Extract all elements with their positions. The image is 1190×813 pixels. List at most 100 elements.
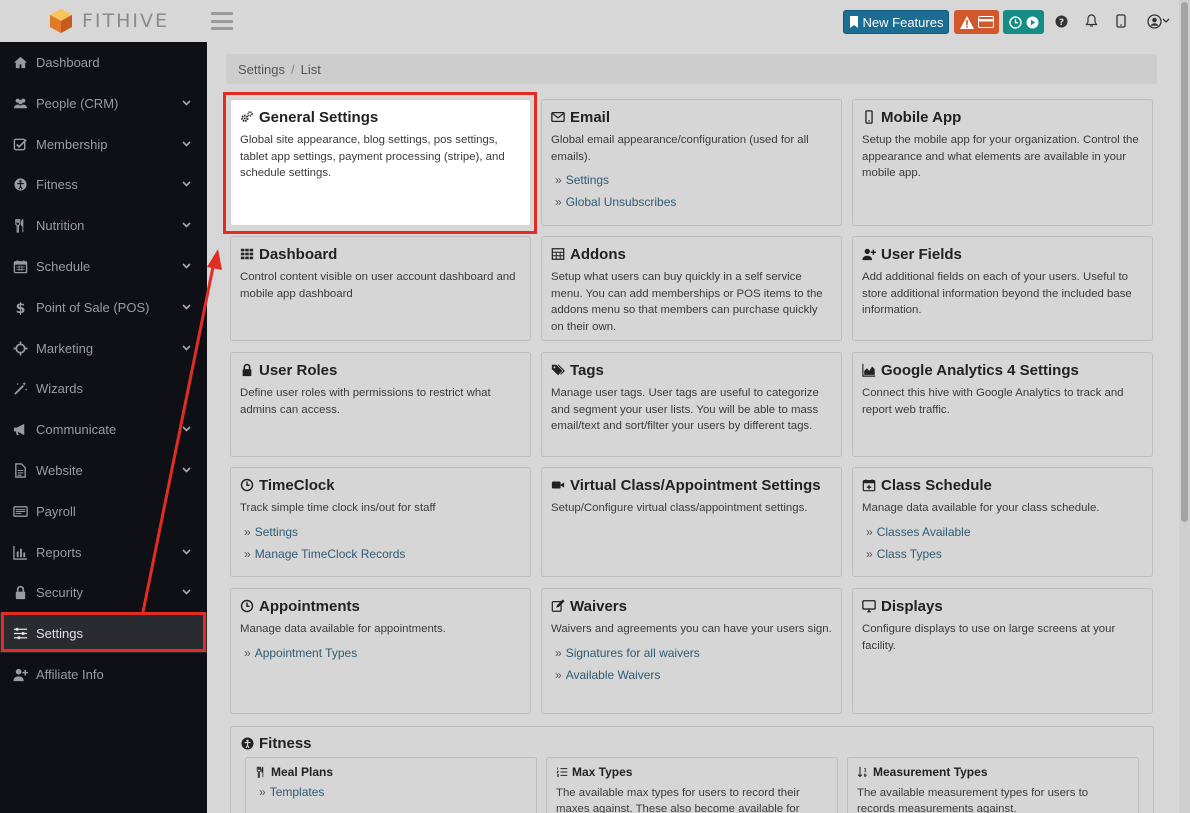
card-title[interactable]: Dashboard <box>240 245 521 263</box>
card-mobile-app: Mobile App Setup the mobile app for your … <box>852 99 1153 226</box>
bell-icon[interactable] <box>1083 12 1099 30</box>
help-icon[interactable]: ? <box>1053 12 1069 30</box>
card-link[interactable]: » Classes Available <box>862 525 1143 539</box>
card-title[interactable]: User Roles <box>240 361 521 379</box>
chevron-down-icon[interactable] <box>181 549 191 555</box>
sub-card-link-text[interactable]: Templates <box>270 785 325 799</box>
menu-toggle-icon[interactable] <box>211 12 233 30</box>
card-link-text[interactable]: Available Waivers <box>566 668 661 682</box>
crosshair-icon <box>12 340 28 356</box>
card-title-text: Dashboard <box>259 245 338 263</box>
sidebar-item-membership[interactable]: Membership <box>0 124 207 164</box>
card-title[interactable]: User Fields <box>862 245 1143 263</box>
sidebar-item-schedule[interactable]: Schedule <box>0 246 207 286</box>
sidebar-item-reports[interactable]: Reports <box>0 532 207 572</box>
chevron-right-icon: » <box>244 645 251 660</box>
card-link-text[interactable]: Manage TimeClock Records <box>255 547 406 561</box>
new-features-button[interactable]: New Features <box>843 10 949 34</box>
chevron-down-icon[interactable] <box>181 141 191 147</box>
area-chart-icon <box>862 363 876 377</box>
monitor-icon <box>862 599 876 613</box>
sidebar-item-communicate[interactable]: Communicate <box>0 409 207 449</box>
card-link[interactable]: » Class Types <box>862 547 1143 561</box>
sub-card-title[interactable]: 1 9 Measurement Types <box>857 765 1129 779</box>
sub-card-title-text: Max Types <box>572 765 633 779</box>
sidebar-item-people-crm[interactable]: People (CRM) <box>0 83 207 123</box>
sidebar-item-affiliate-info[interactable]: Affiliate Info <box>0 654 207 694</box>
sidebar-item-fitness[interactable]: Fitness <box>0 164 207 204</box>
tablet-icon[interactable] <box>1113 12 1129 30</box>
card-title[interactable]: Tags <box>551 361 832 379</box>
sidebar-item-label: Reports <box>36 544 82 560</box>
card-link[interactable]: » Settings <box>240 525 521 539</box>
card-title[interactable]: Appointments <box>240 597 521 615</box>
sub-card-link[interactable]: » Templates <box>255 785 527 799</box>
sidebar-item-payroll[interactable]: Payroll <box>0 491 207 531</box>
sidebar-item-wizards[interactable]: Wizards <box>0 368 207 408</box>
clock-icon <box>240 599 254 613</box>
card-link[interactable]: » Available Waivers <box>551 668 832 682</box>
card-title-text: Appointments <box>259 597 360 615</box>
chevron-down-icon[interactable] <box>181 222 191 228</box>
card-title[interactable]: TimeClock <box>240 476 521 494</box>
user-menu-button[interactable] <box>1145 12 1171 30</box>
card-title[interactable]: Waivers <box>551 597 832 615</box>
card-link-text[interactable]: Class Types <box>877 547 942 561</box>
utensils-icon <box>12 217 28 233</box>
gears-icon <box>241 111 253 122</box>
breadcrumb-separator: / <box>290 61 295 77</box>
sidebar-item-point-of-sale-pos[interactable]: $ Point of Sale (POS) <box>0 287 207 327</box>
fitness-panel-title: Fitness <box>241 735 312 752</box>
edit-icon <box>551 599 565 612</box>
card-title[interactable]: Displays <box>862 597 1143 615</box>
mobile-icon <box>865 110 873 124</box>
page-scrollbar-thumb[interactable] <box>1181 2 1188 522</box>
chevron-down-icon[interactable] <box>181 181 191 187</box>
card-link[interactable]: » Signatures for all waivers <box>551 646 832 660</box>
sidebar-item-website[interactable]: Website <box>0 450 207 490</box>
brand-logo[interactable]: FITHIVE <box>48 8 169 34</box>
sidebar-item-marketing[interactable]: Marketing <box>0 328 207 368</box>
card-link-text[interactable]: Classes Available <box>877 525 971 539</box>
sidebar-item-settings[interactable]: Settings <box>0 613 207 653</box>
card-addons: Addons Setup what users can buy quickly i… <box>541 236 842 341</box>
card-title[interactable]: Class Schedule <box>862 476 1143 494</box>
card-title[interactable]: Email <box>551 108 832 126</box>
chevron-down-icon[interactable] <box>181 100 191 106</box>
card-title[interactable]: Google Analytics 4 Settings <box>862 361 1143 379</box>
sidebar-item-dashboard[interactable]: Dashboard <box>0 42 207 82</box>
chevron-down-icon[interactable] <box>181 263 191 269</box>
card-link[interactable]: » Appointment Types <box>240 646 521 660</box>
users-icon <box>13 98 27 108</box>
card-title[interactable]: Virtual Class/Appointment Settings <box>551 476 832 494</box>
card-title[interactable]: Mobile App <box>862 108 1143 126</box>
sub-card-title[interactable]: Meal Plans <box>255 765 527 779</box>
sidebar-item-label: Settings <box>36 625 83 641</box>
card-title[interactable]: General Settings <box>240 108 521 126</box>
chevron-down-icon[interactable] <box>181 345 191 351</box>
sub-card-description: The available measurement types for user… <box>857 787 1089 813</box>
card-link-text[interactable]: Global Unsubscribes <box>566 195 677 209</box>
sub-card-title[interactable]: Max Types <box>556 765 828 779</box>
sidebar-item-label: Nutrition <box>36 217 85 233</box>
card-title[interactable]: Addons <box>551 245 832 263</box>
chevron-down-icon[interactable] <box>181 589 191 595</box>
person-circle-icon <box>241 737 254 750</box>
card-description: Define user roles with permissions to re… <box>240 387 491 416</box>
chevron-down-icon[interactable] <box>181 304 191 310</box>
card-link-text[interactable]: Settings <box>566 173 609 187</box>
card-link[interactable]: » Global Unsubscribes <box>551 195 832 209</box>
timeclock-button[interactable] <box>1003 10 1044 34</box>
chevron-down-icon[interactable] <box>181 467 191 473</box>
card-link-text[interactable]: Signatures for all waivers <box>566 646 700 660</box>
alerts-button[interactable] <box>954 10 999 34</box>
card-link-text[interactable]: Settings <box>255 525 298 539</box>
sidebar-item-nutrition[interactable]: Nutrition <box>0 205 207 245</box>
chevron-down-icon[interactable] <box>181 426 191 432</box>
breadcrumb-root[interactable]: Settings <box>238 62 285 77</box>
card-displays: Displays Configure displays to use on lar… <box>852 588 1153 714</box>
sidebar-item-security[interactable]: Security <box>0 572 207 612</box>
card-link[interactable]: » Manage TimeClock Records <box>240 547 521 561</box>
card-link[interactable]: » Settings <box>551 173 832 187</box>
card-link-text[interactable]: Appointment Types <box>255 646 358 660</box>
